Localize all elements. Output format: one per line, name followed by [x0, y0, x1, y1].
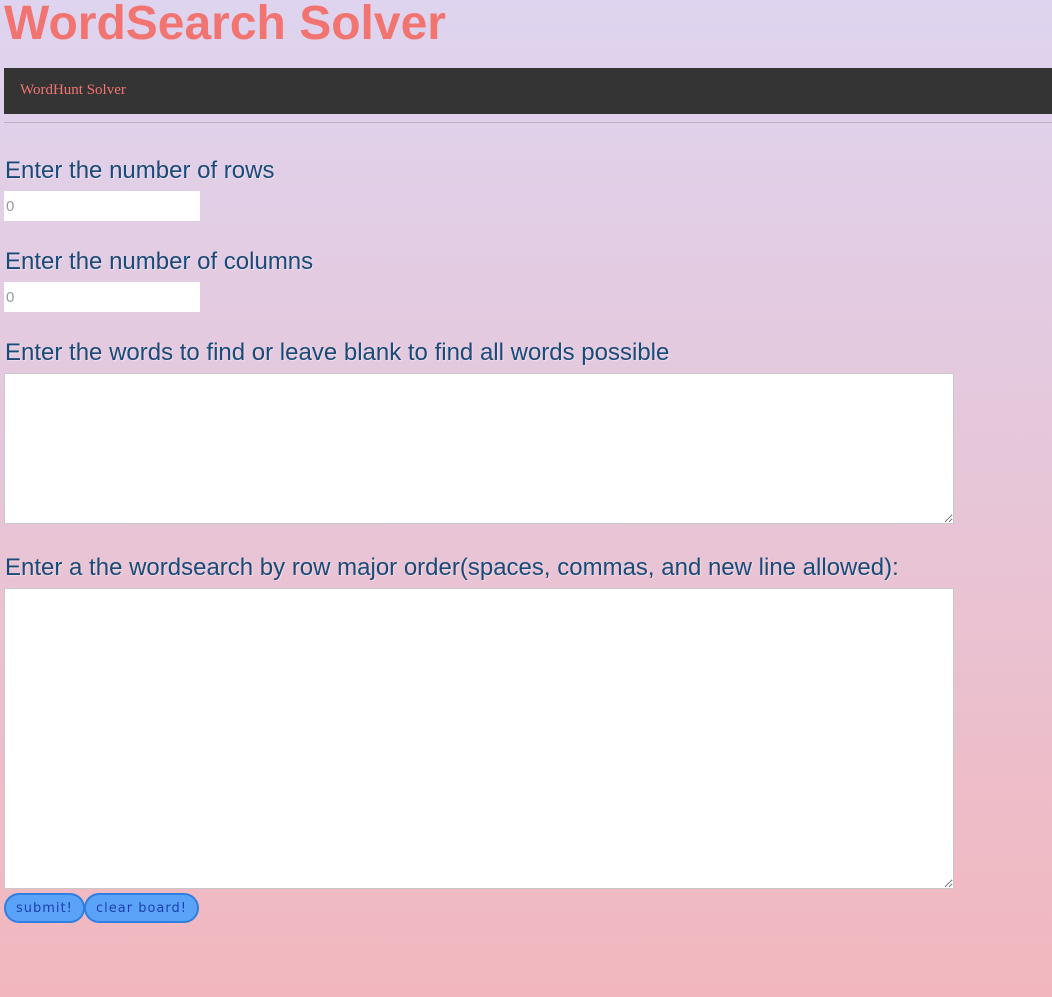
rows-label: Enter the number of rows [5, 157, 275, 184]
navbar: WordHunt Solver [4, 68, 1052, 114]
rows-input[interactable] [4, 191, 200, 221]
columns-label: Enter the number of columns [5, 248, 314, 275]
board-textarea[interactable] [4, 588, 954, 889]
board-label: Enter a the wordsearch by row major orde… [5, 554, 899, 581]
divider [4, 122, 1052, 123]
words-label: Enter the words to find or leave blank t… [5, 339, 670, 366]
columns-input[interactable] [4, 282, 200, 312]
nav-link-wordhunt-solver[interactable]: WordHunt Solver [20, 82, 126, 99]
clear-board-button[interactable]: clear board! [84, 893, 199, 923]
page-title: WordSearch Solver [4, 0, 446, 50]
submit-button[interactable]: submit! [4, 893, 85, 923]
words-textarea[interactable] [4, 373, 954, 524]
